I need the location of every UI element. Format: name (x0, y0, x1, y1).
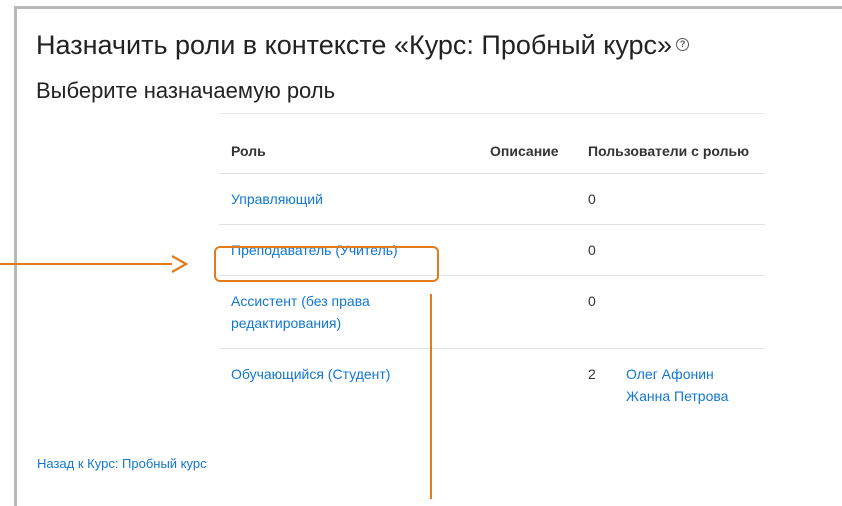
page-title: Назначить роли в контексте «Курс: Пробны… (36, 30, 690, 61)
table-row: Обучающийся (Студент) 2 Олег Афонин Жанна … (219, 348, 765, 421)
header-description: Описание (478, 113, 576, 174)
back-to-course-link[interactable]: Назад к Курс: Пробный курс (37, 456, 207, 471)
users-count: 0 (588, 191, 596, 207)
annotation-arrow-line (0, 263, 172, 265)
role-link-student[interactable]: Обучающийся (Студент) (231, 366, 390, 382)
role-link-assistant[interactable]: Ассистент (без права редактирования) (231, 293, 370, 331)
role-description (478, 224, 576, 276)
header-role: Роль (219, 113, 478, 174)
users-count: 0 (588, 242, 596, 258)
annotation-vertical-line (430, 294, 432, 499)
role-description (478, 173, 576, 225)
users-list: Олег Афонин Жанна Петрова (626, 363, 728, 407)
page-title-text: Назначить роли в контексте «Курс: Пробны… (36, 30, 673, 60)
table-row: Ассистент (без права редактирования) 0 (219, 275, 765, 349)
role-description (478, 348, 576, 421)
table-row: Управляющий 0 (219, 173, 765, 225)
question-circle-icon[interactable]: ? (676, 38, 690, 52)
role-description (478, 275, 576, 349)
role-link-manager[interactable]: Управляющий (231, 191, 323, 207)
table-header-row: Роль Описание Пользователи с ролью (219, 113, 765, 174)
header-users: Пользователи с ролью (576, 113, 765, 174)
users-count: 2 (588, 366, 596, 382)
user-link[interactable]: Олег Афонин (626, 363, 728, 385)
user-link[interactable]: Жанна Петрова (626, 385, 728, 407)
users-count: 0 (588, 293, 596, 309)
page-subtitle: Выберите назначаемую роль (36, 78, 336, 103)
annotation-highlight-box (214, 246, 439, 282)
